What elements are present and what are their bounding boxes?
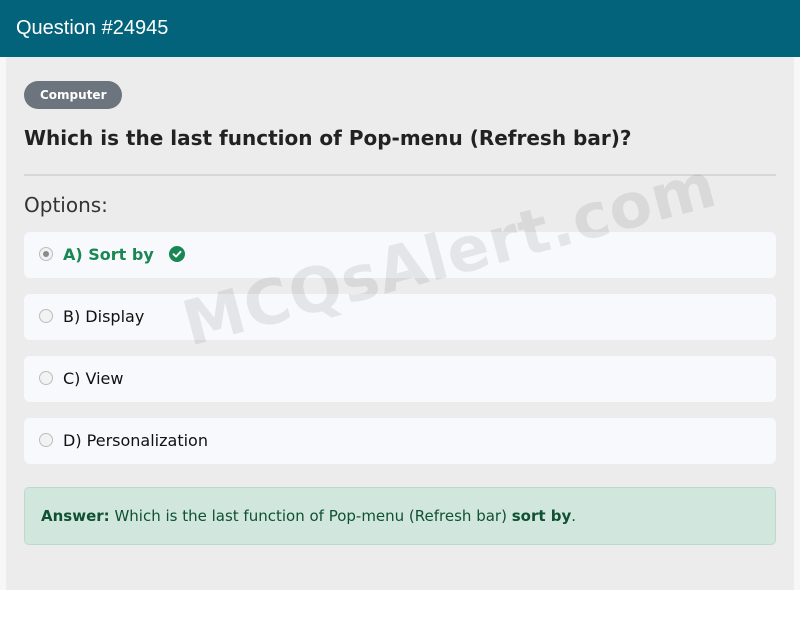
option-a[interactable]: A) Sort by <box>24 232 776 278</box>
answer-text: Which is the last function of Pop-menu (… <box>114 507 507 525</box>
radio-button[interactable] <box>39 309 53 323</box>
question-card: Question #24945 Computer Which is the la… <box>0 0 800 590</box>
radio-button[interactable] <box>39 371 53 385</box>
question-number-title: Question #24945 <box>16 17 169 39</box>
answer-value: sort by <box>511 507 572 525</box>
option-b[interactable]: B) Display <box>24 294 776 340</box>
option-label: A) Sort by <box>63 245 154 264</box>
category-badge[interactable]: Computer <box>24 81 123 109</box>
answer-suffix: . <box>571 507 577 525</box>
options-label: Options: <box>24 193 108 217</box>
answer-prefix: Answer: <box>41 507 110 525</box>
option-label: B) Display <box>63 307 145 326</box>
check-circle-icon <box>169 246 186 262</box>
option-label: C) View <box>63 369 124 388</box>
question-text: Which is the last function of Pop-menu (… <box>24 126 632 150</box>
answer-box: Answer: Which is the last function of Po… <box>24 487 776 545</box>
option-label: D) Personalization <box>63 431 208 450</box>
radio-button[interactable] <box>39 247 53 261</box>
radio-button[interactable] <box>39 433 53 447</box>
question-header: Question #24945 <box>0 0 800 57</box>
divider <box>24 174 776 176</box>
option-d[interactable]: D) Personalization <box>24 418 776 464</box>
option-c[interactable]: C) View <box>24 356 776 402</box>
